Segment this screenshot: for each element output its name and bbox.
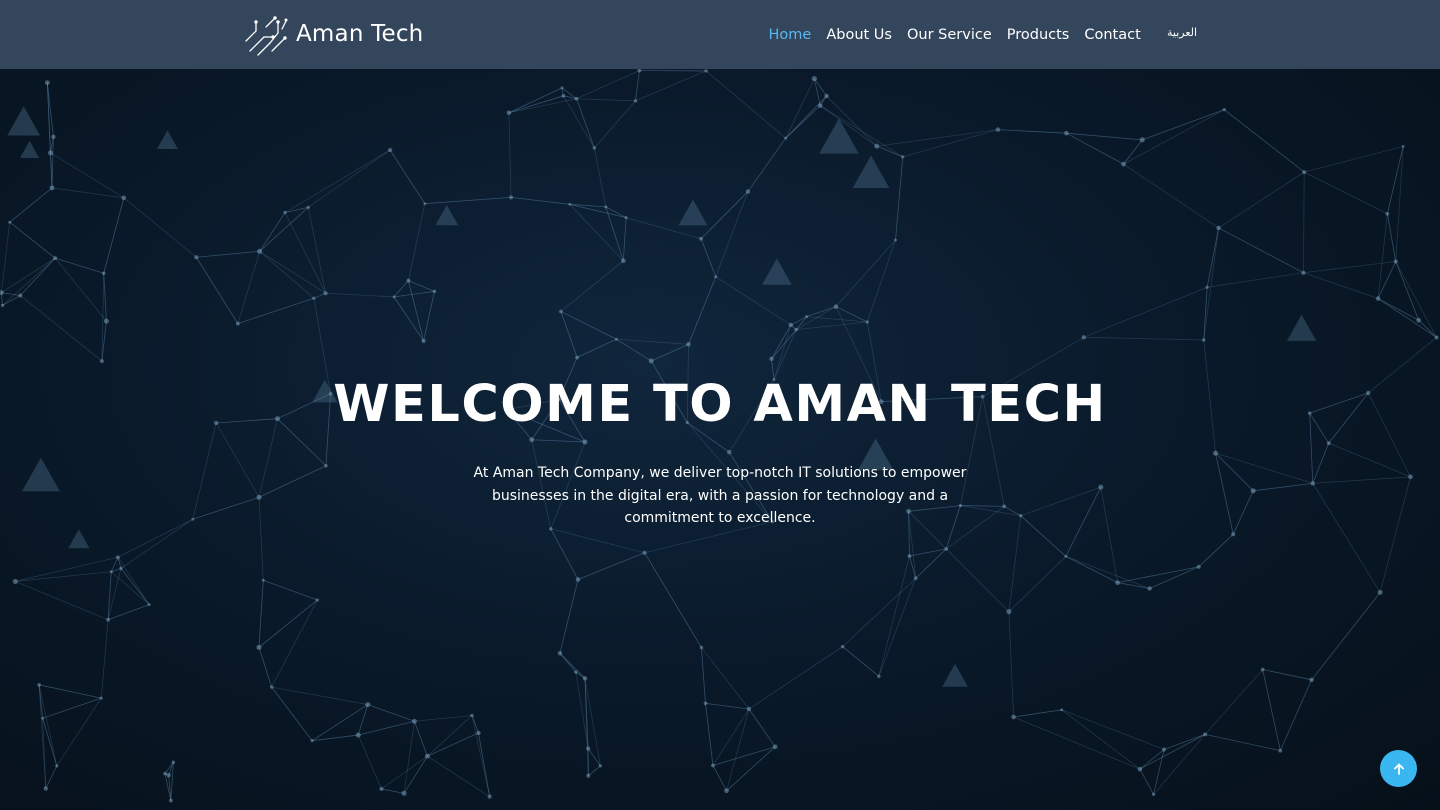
main-nav: Home About Us Our Service Products Conta… <box>761 0 1148 69</box>
nav-contact[interactable]: Contact <box>1077 27 1148 43</box>
hero-content: WELCOME TO AMAN TECH At Aman Tech Compan… <box>0 69 1440 810</box>
nav-home[interactable]: Home <box>761 27 819 43</box>
navbar: Aman Tech Home About Us Our Service Prod… <box>0 0 1440 69</box>
brand-link[interactable]: Aman Tech <box>242 10 423 58</box>
scroll-to-top-button[interactable] <box>1380 750 1417 787</box>
nav-about-us[interactable]: About Us <box>819 27 900 43</box>
hero-section: WELCOME TO AMAN TECH At Aman Tech Compan… <box>0 69 1440 810</box>
language-switch-link[interactable]: العربية <box>1167 26 1197 39</box>
circuit-arabic-logo-icon <box>245 16 288 56</box>
brand-name: Aman Tech <box>296 21 424 47</box>
arrow-up-icon <box>1393 763 1404 775</box>
nav-products[interactable]: Products <box>999 27 1077 43</box>
page: Aman Tech Home About Us Our Service Prod… <box>0 0 1440 810</box>
hero-title: WELCOME TO AMAN TECH <box>333 375 1107 434</box>
hero-description: At Aman Tech Company, we deliver top-not… <box>473 465 967 526</box>
nav-our-service[interactable]: Our Service <box>899 27 999 43</box>
